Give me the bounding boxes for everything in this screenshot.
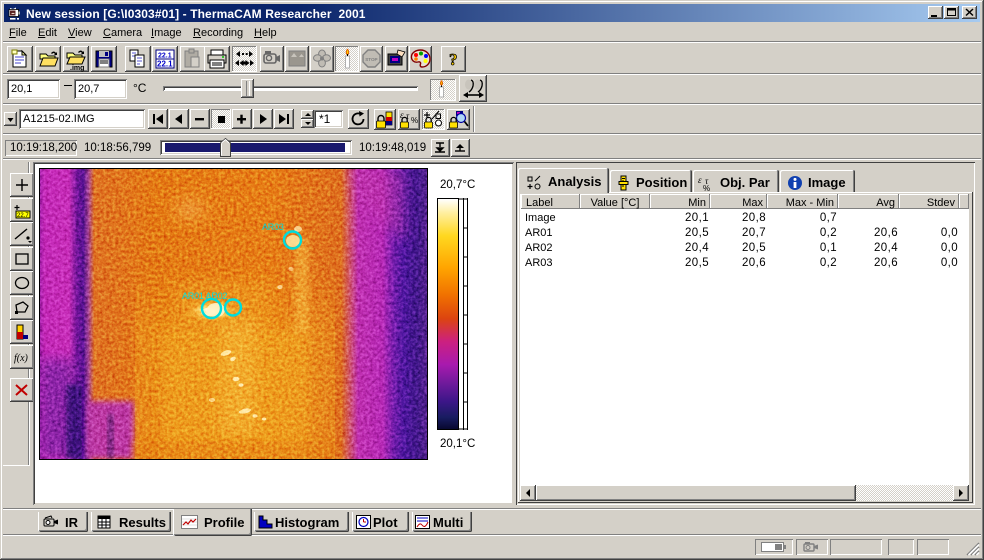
- svg-text:22.1: 22.1: [157, 60, 173, 69]
- svg-text:f(x): f(x): [14, 353, 29, 364]
- svg-text:STOP: STOP: [365, 57, 377, 62]
- svg-text:ε: ε: [698, 175, 702, 185]
- svg-text:AR01 AR02: AR01 AR02: [182, 291, 227, 301]
- svg-text:%: %: [703, 184, 710, 191]
- svg-text:AR03: AR03: [262, 222, 284, 232]
- svg-text:.img: .img: [70, 65, 84, 72]
- svg-text:%: %: [411, 116, 418, 125]
- svg-text:22.1: 22.1: [158, 53, 172, 60]
- svg-text:?: ?: [449, 50, 458, 69]
- svg-text:22.7: 22.7: [17, 213, 29, 219]
